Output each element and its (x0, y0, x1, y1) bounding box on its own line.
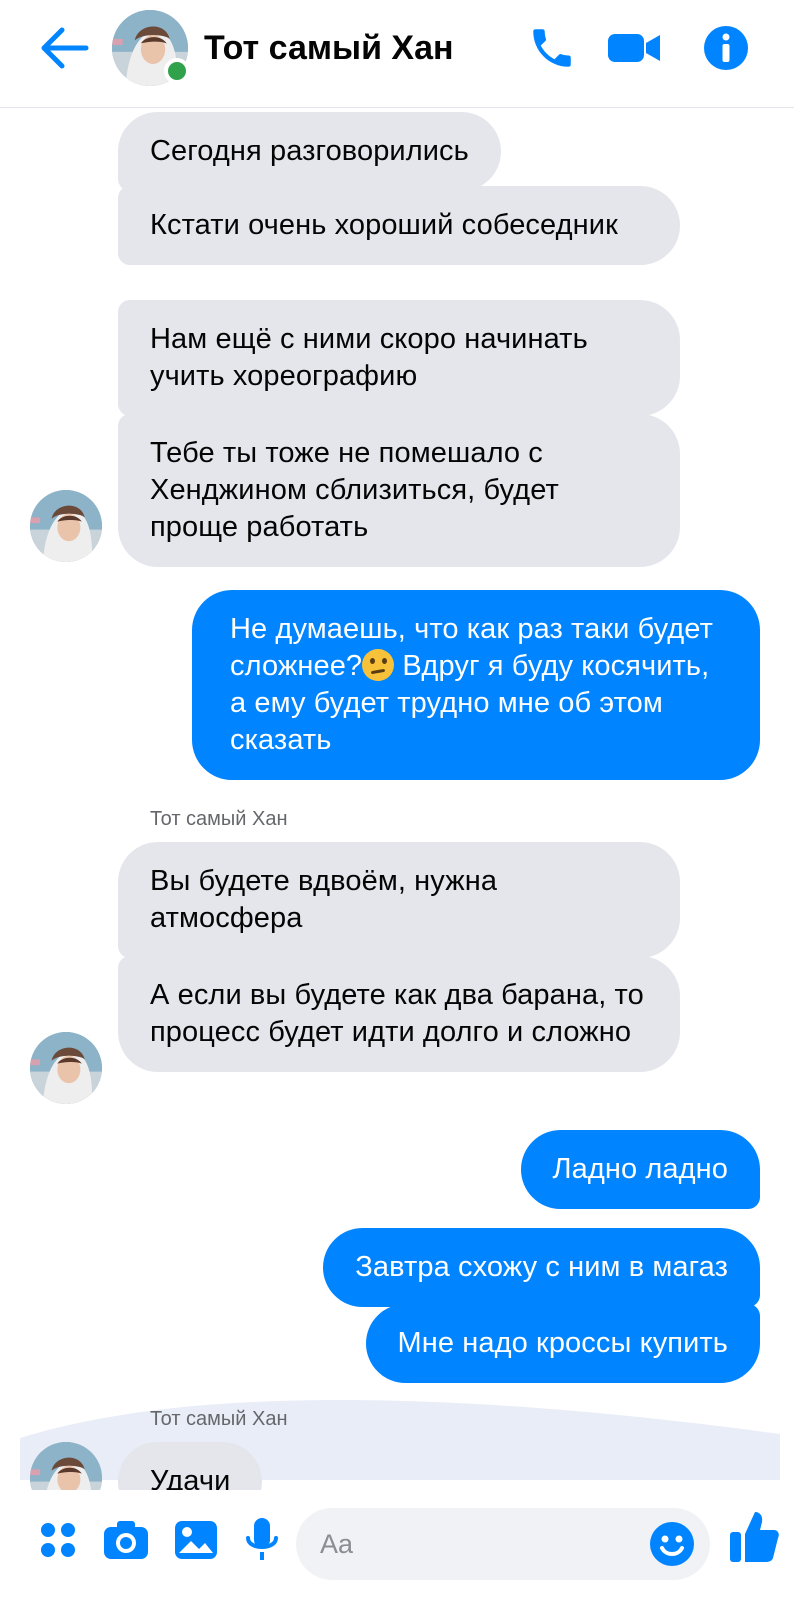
thumbs-up-icon (730, 1512, 779, 1562)
camera-button[interactable] (98, 1512, 154, 1568)
phone-icon (533, 29, 571, 67)
apps-button[interactable] (30, 1512, 86, 1568)
incoming-message[interactable]: Тебе ты тоже не помешало с Хенджином сбл… (118, 414, 680, 567)
incoming-message[interactable]: Вы будете вдвоём, нужна атмосфера (118, 842, 680, 958)
outgoing-message[interactable]: Завтра схожу с ним в магаз (323, 1228, 760, 1307)
emoji-button[interactable] (648, 1520, 696, 1568)
contact-avatar-small[interactable] (30, 1032, 102, 1104)
back-button[interactable] (38, 26, 92, 70)
incoming-message[interactable]: А если вы будете как два барана, то проц… (118, 956, 680, 1072)
avatar (30, 1032, 102, 1104)
camera-icon (104, 1521, 148, 1559)
voice-message-button[interactable] (234, 1512, 290, 1568)
like-button[interactable] (722, 1504, 786, 1568)
online-status-dot (164, 58, 190, 84)
chat-header: Тот самый Хан (0, 0, 794, 108)
sender-name: Тот самый Хан (150, 1408, 288, 1430)
outgoing-message[interactable]: Не думаешь, что как раз таки будет сложн… (192, 590, 760, 780)
incoming-message[interactable]: Сегодня разговорились (118, 112, 501, 191)
gallery-icon (175, 1521, 217, 1559)
contact-name[interactable]: Тот самый Хан (204, 26, 454, 70)
message-input[interactable] (320, 1524, 620, 1564)
info-icon (704, 26, 748, 70)
info-button[interactable] (696, 20, 756, 76)
contact-avatar-small[interactable] (30, 490, 102, 562)
incoming-message[interactable]: Кстати очень хороший собеседник (118, 186, 680, 265)
emoji-icon (650, 1522, 694, 1566)
microphone-icon (246, 1518, 278, 1560)
outgoing-message[interactable]: Ладно ладно (520, 1130, 760, 1209)
voice-call-button[interactable] (522, 20, 582, 76)
video-call-button[interactable] (604, 20, 664, 76)
avatar (30, 490, 102, 562)
back-arrow-icon (41, 27, 89, 69)
message-input-box[interactable] (296, 1508, 710, 1580)
message-composer (0, 1490, 794, 1600)
thinking-face-icon (362, 649, 395, 681)
sender-name: Тот самый Хан (150, 808, 288, 830)
video-camera-icon (608, 34, 660, 62)
incoming-message[interactable]: Нам ещё с ними скоро начинать учить хоре… (118, 300, 680, 416)
apps-icon (41, 1523, 75, 1557)
outgoing-message[interactable]: Мне надо кроссы купить (365, 1304, 760, 1383)
gallery-button[interactable] (168, 1512, 224, 1568)
contact-avatar[interactable] (112, 10, 190, 86)
